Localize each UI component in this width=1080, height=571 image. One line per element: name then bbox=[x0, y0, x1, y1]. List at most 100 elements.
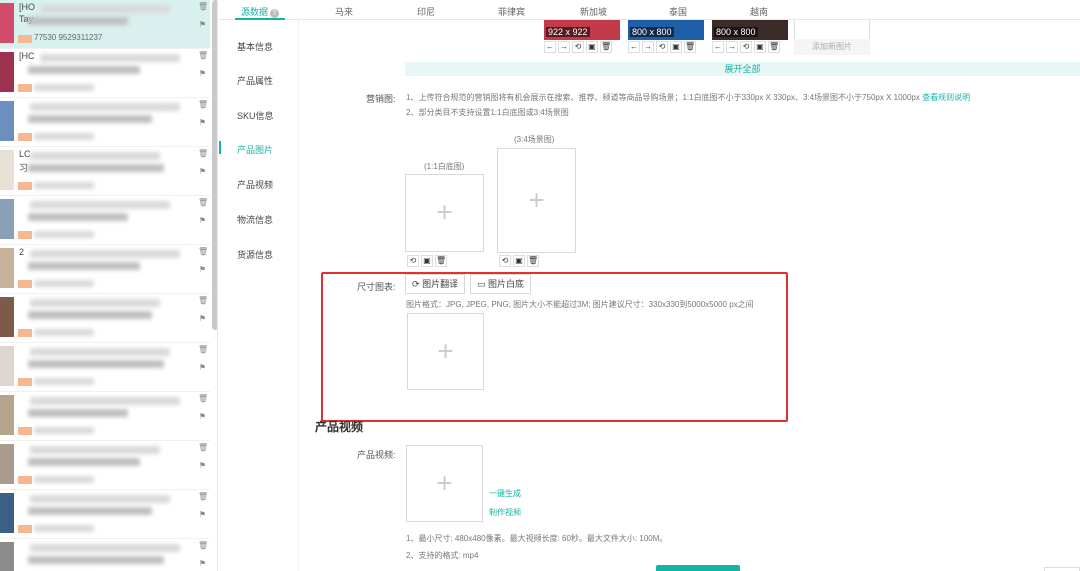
list-item[interactable]: LC 习 🗑 ⚑ bbox=[0, 147, 210, 196]
right-arrow-icon[interactable]: → bbox=[558, 41, 570, 53]
image-icon[interactable]: ▣ bbox=[421, 255, 433, 267]
auto-generate-link[interactable]: 一键生成 bbox=[489, 488, 521, 499]
trash-icon[interactable]: 🗑 bbox=[198, 198, 208, 207]
list-item[interactable]: [HC 🗑 ⚑ bbox=[0, 49, 210, 98]
flag-icon[interactable]: ⚑ bbox=[198, 265, 207, 274]
scene-upload-box[interactable]: + bbox=[497, 148, 576, 253]
trash-icon[interactable]: 🗑 bbox=[198, 345, 208, 354]
tab-philippines[interactable]: 菲律宾 bbox=[498, 5, 525, 18]
tab-source[interactable]: 源数据? bbox=[241, 5, 280, 18]
list-item[interactable]: 🗑 ⚑ bbox=[0, 392, 210, 441]
image-icon[interactable]: ▣ bbox=[670, 41, 682, 53]
trash-icon[interactable]: 🗑 bbox=[198, 247, 208, 256]
image-translate-button[interactable]: ⟳ 图片翻译 bbox=[405, 274, 466, 294]
product-thumbnail bbox=[0, 199, 14, 239]
flag-icon[interactable]: ⚑ bbox=[198, 510, 207, 519]
video-note-2: 2、支持的格式: mp4 bbox=[406, 551, 479, 560]
white-bg-upload-box[interactable]: + bbox=[405, 174, 484, 252]
size-chart-upload-box[interactable]: + bbox=[407, 313, 484, 390]
trash-icon[interactable]: 🗑 bbox=[198, 296, 208, 305]
trash-icon[interactable]: 🗑 bbox=[198, 149, 208, 158]
platform-tag bbox=[18, 280, 32, 288]
flag-icon[interactable]: ⚑ bbox=[198, 69, 207, 78]
make-video-link[interactable]: 制作视频 bbox=[489, 507, 521, 518]
platform-tag bbox=[18, 182, 32, 190]
list-item[interactable]: [HO Tay 77530 9529311237 🗑 ⚑ bbox=[0, 0, 210, 49]
trash-icon[interactable]: 🗑 bbox=[527, 255, 539, 267]
flag-icon[interactable]: ⚑ bbox=[198, 559, 207, 568]
nav-sku-info[interactable]: SKU信息 bbox=[237, 109, 274, 122]
list-scrollbar[interactable] bbox=[212, 0, 217, 330]
list-item[interactable]: 🗑 ⚑ bbox=[0, 196, 210, 245]
rotate-icon[interactable]: ⟲ bbox=[407, 255, 419, 267]
trash-icon[interactable]: 🗑 bbox=[600, 41, 612, 53]
list-item[interactable]: 2 🗑 ⚑ bbox=[0, 245, 210, 294]
right-arrow-icon[interactable]: → bbox=[726, 41, 738, 53]
gallery-image[interactable]: 922 x 922 bbox=[544, 20, 620, 40]
redacted-text bbox=[28, 17, 128, 25]
nav-product-images[interactable]: 产品图片 bbox=[237, 143, 273, 156]
flag-icon[interactable]: ⚑ bbox=[198, 412, 207, 421]
marketing-note-1: 1、上传符合规范的营销图将有机会展示在搜索、推荐、频道等商品导购场景；1:1白底… bbox=[406, 93, 971, 102]
right-arrow-icon[interactable]: → bbox=[642, 41, 654, 53]
flag-icon[interactable]: ⚑ bbox=[198, 363, 207, 372]
nav-product-attributes[interactable]: 产品属性 bbox=[237, 74, 273, 87]
left-arrow-icon[interactable]: ← bbox=[628, 41, 640, 53]
trash-icon[interactable]: 🗑 bbox=[198, 51, 208, 60]
flag-icon[interactable]: ⚑ bbox=[198, 167, 207, 176]
left-arrow-icon[interactable]: ← bbox=[712, 41, 724, 53]
add-image-box[interactable] bbox=[794, 20, 870, 40]
nav-logistics-info[interactable]: 物流信息 bbox=[237, 213, 273, 226]
expand-all-button[interactable]: 展开全部 bbox=[405, 62, 1080, 76]
trash-icon[interactable]: 🗑 bbox=[768, 41, 780, 53]
trash-icon[interactable]: 🗑 bbox=[198, 541, 208, 550]
image-size-label: 800 x 800 bbox=[630, 27, 674, 37]
add-new-image-button[interactable]: 添加新图片 bbox=[794, 39, 870, 55]
tab-indonesia[interactable]: 印尼 bbox=[417, 5, 435, 18]
video-upload-box[interactable]: + bbox=[406, 445, 483, 522]
flag-icon[interactable]: ⚑ bbox=[198, 118, 207, 127]
rotate-icon[interactable]: ⟲ bbox=[572, 41, 584, 53]
tab-thailand[interactable]: 泰国 bbox=[669, 5, 687, 18]
tab-malaysia[interactable]: 马来 bbox=[335, 5, 353, 18]
rotate-icon[interactable]: ⟲ bbox=[499, 255, 511, 267]
trash-icon[interactable]: 🗑 bbox=[198, 100, 208, 109]
image-icon[interactable]: ▣ bbox=[513, 255, 525, 267]
gallery-image[interactable]: 800 x 800 bbox=[712, 20, 788, 40]
rule-link[interactable]: 查看规则说明 bbox=[922, 93, 970, 102]
list-item[interactable]: 🗑 ⚑ bbox=[0, 441, 210, 490]
rotate-icon[interactable]: ⟲ bbox=[656, 41, 668, 53]
tab-vietnam[interactable]: 越南 bbox=[750, 5, 768, 18]
list-item[interactable]: 🗑 ⚑ bbox=[0, 539, 210, 571]
redacted-text bbox=[28, 458, 140, 466]
tab-singapore[interactable]: 新加坡 bbox=[580, 5, 607, 18]
list-item[interactable]: 🗑 ⚑ bbox=[0, 343, 210, 392]
image-icon[interactable]: ▣ bbox=[586, 41, 598, 53]
list-item[interactable]: 🗑 ⚑ bbox=[0, 490, 210, 539]
nav-basic-info[interactable]: 基本信息 bbox=[237, 40, 273, 53]
trash-icon[interactable]: 🗑 bbox=[435, 255, 447, 267]
flag-icon[interactable]: ⚑ bbox=[198, 20, 207, 29]
rotate-icon[interactable]: ⟲ bbox=[740, 41, 752, 53]
trash-icon[interactable]: 🗑 bbox=[198, 443, 208, 452]
left-arrow-icon[interactable]: ← bbox=[544, 41, 556, 53]
image-icon[interactable]: ▣ bbox=[754, 41, 766, 53]
help-icon[interactable]: ? bbox=[270, 9, 280, 18]
image-white-bg-button[interactable]: ▭ 图片白底 bbox=[470, 274, 532, 294]
trash-icon[interactable]: 🗑 bbox=[198, 2, 208, 11]
save-button[interactable] bbox=[656, 565, 740, 571]
product-thumbnail bbox=[0, 542, 14, 571]
flag-icon[interactable]: ⚑ bbox=[198, 216, 207, 225]
secondary-button[interactable] bbox=[1044, 567, 1080, 571]
nav-source-info[interactable]: 货源信息 bbox=[237, 248, 273, 261]
product-thumbnail bbox=[0, 150, 14, 190]
flag-icon[interactable]: ⚑ bbox=[198, 314, 207, 323]
list-item[interactable]: 🗑 ⚑ bbox=[0, 294, 210, 343]
gallery-image[interactable]: 800 x 800 bbox=[628, 20, 704, 40]
flag-icon[interactable]: ⚑ bbox=[198, 461, 207, 470]
trash-icon[interactable]: 🗑 bbox=[198, 394, 208, 403]
trash-icon[interactable]: 🗑 bbox=[198, 492, 208, 501]
list-item[interactable]: 🗑 ⚑ bbox=[0, 98, 210, 147]
trash-icon[interactable]: 🗑 bbox=[684, 41, 696, 53]
nav-product-video[interactable]: 产品视频 bbox=[237, 178, 273, 191]
